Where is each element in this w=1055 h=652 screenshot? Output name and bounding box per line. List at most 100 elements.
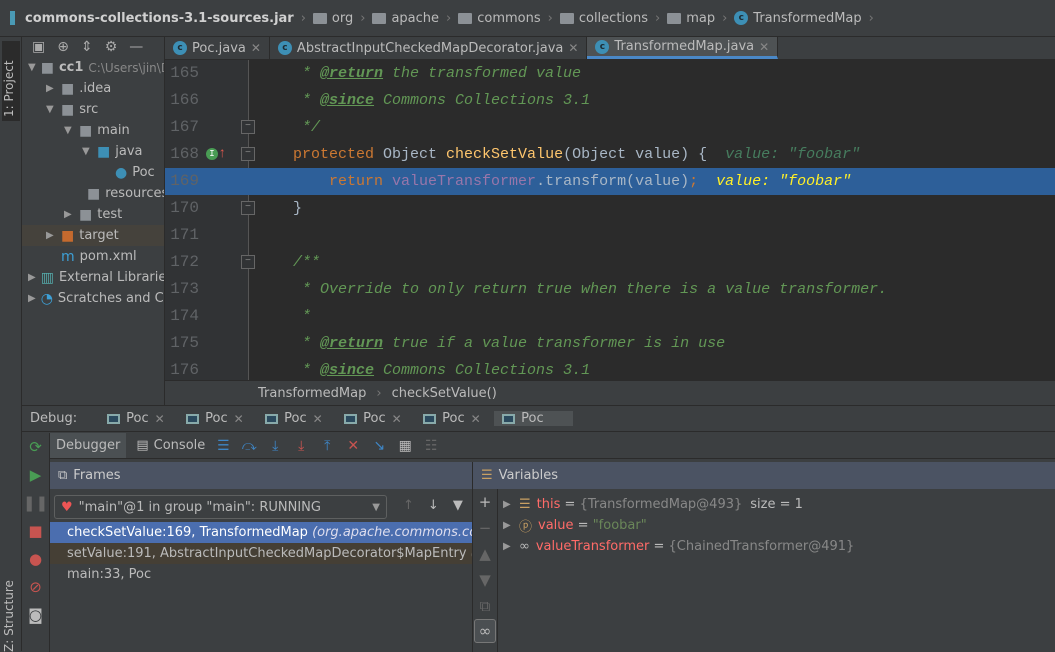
breadcrumb-class[interactable]: TransformedMap (258, 386, 366, 401)
close-icon[interactable]: ✕ (234, 412, 244, 426)
filter-icon[interactable]: ▼ (453, 498, 463, 513)
move-up-icon[interactable]: ▲ (473, 541, 497, 567)
nav-commons[interactable]: commons (458, 11, 541, 26)
code-line[interactable]: 173 * Override to only return true when … (165, 276, 1055, 303)
expand-arrow-icon[interactable]: ▼ (64, 125, 74, 136)
debug-session-tab[interactable]: Poc (494, 411, 574, 426)
expand-arrow-icon[interactable]: ▼ (28, 62, 36, 73)
mute-breakpoints-icon[interactable]: ⊘ (22, 573, 49, 601)
remove-icon[interactable]: − (473, 515, 497, 541)
code-line[interactable]: 165 * @return the transformed value (165, 60, 1055, 87)
project-tool-button[interactable]: 1: Project (2, 41, 20, 121)
code-line[interactable]: 169 return valueTransformer.transform(va… (165, 168, 1055, 195)
expand-arrow-icon[interactable]: ▶ (46, 230, 56, 241)
view-icon[interactable]: ▣ (32, 39, 45, 55)
close-icon[interactable]: ✕ (568, 41, 578, 55)
minimize-icon[interactable]: — (129, 39, 143, 55)
stack-frame[interactable]: main:33, Poc (50, 564, 472, 585)
close-icon[interactable]: ✕ (155, 412, 165, 426)
locate-icon[interactable]: ⊕ (57, 39, 69, 55)
fold-marker-icon[interactable]: − (241, 255, 255, 269)
tree-item-java[interactable]: ▼ ■ java (22, 141, 164, 162)
expand-arrow-icon[interactable]: ▶ (28, 293, 36, 304)
arrow-down-icon[interactable]: ↓ (428, 498, 439, 513)
code-line[interactable]: 168 − I ↑ protected Object checkSetValue(Ob… (165, 141, 1055, 168)
nav-map[interactable]: map (667, 11, 715, 26)
tab-transformedmap-java[interactable]: c TransformedMap.java ✕ (587, 37, 779, 59)
variable-row[interactable]: ▶ ⓟ value = "foobar" (473, 515, 1055, 536)
arrow-up-icon[interactable]: ↑ (403, 498, 414, 513)
code-line[interactable]: 172 − /** (165, 249, 1055, 276)
close-icon[interactable]: ✕ (251, 41, 261, 55)
fold-marker-icon[interactable]: − (241, 201, 255, 215)
debug-session-tab[interactable]: Poc ✕ (257, 411, 336, 426)
code-line[interactable]: 174 * (165, 303, 1055, 330)
console-tab[interactable]: ▤ Console (136, 438, 205, 453)
code-line[interactable]: 167 − */ (165, 114, 1055, 141)
overrides-up-arrow-icon[interactable]: ↑ (218, 141, 226, 168)
tree-item-src[interactable]: ▼ ■ src (22, 99, 164, 120)
close-icon[interactable]: ✕ (313, 412, 323, 426)
nav-org[interactable]: org (312, 11, 353, 26)
gear-icon[interactable]: ⚙ (105, 39, 118, 55)
code-line[interactable]: 176 * @since Commons Collections 3.1 (165, 357, 1055, 380)
variable-row[interactable]: ▶ ∞ valueTransformer = {ChainedTransformer… (473, 536, 1055, 557)
tree-item-test[interactable]: ▶ ■ test (22, 204, 164, 225)
step-over-icon[interactable]: ⤼ (241, 438, 257, 454)
move-down-icon[interactable]: ▼ (473, 567, 497, 593)
stack-frame[interactable]: checkSetValue:169, TransformedMap (org.a… (50, 522, 472, 543)
show-execution-point-icon[interactable]: ☰ (215, 438, 231, 454)
tab-abstractinputcheckedmapdecorator[interactable]: c AbstractInputCheckedMapDecorator.java ✕ (270, 37, 588, 59)
resume-icon[interactable]: ▶ (22, 461, 49, 489)
expand-arrow-icon[interactable]: ▶ (503, 499, 513, 510)
debug-session-tab[interactable]: Poc ✕ (178, 411, 257, 426)
structure-tool-button[interactable]: Z: Structure (2, 577, 16, 652)
nav-transformedmap[interactable]: c TransformedMap (734, 11, 862, 26)
stop-icon[interactable]: ■ (22, 517, 49, 545)
tree-item-pom-xml[interactable]: m pom.xml (22, 246, 164, 267)
fold-marker-icon[interactable]: − (241, 120, 255, 134)
fold-marker-icon[interactable]: − (241, 147, 255, 161)
expand-arrow-icon[interactable]: ▶ (503, 520, 513, 531)
stack-frame[interactable]: setValue:191, AbstractInputCheckedMapDec… (50, 543, 472, 564)
debugger-tab[interactable]: Debugger (50, 433, 127, 458)
trace-icon[interactable]: ☷ (423, 438, 439, 454)
nav-collections[interactable]: collections (559, 11, 648, 26)
tab-poc-java[interactable]: c Poc.java ✕ (165, 37, 270, 59)
debug-session-tab[interactable]: Poc ✕ (336, 411, 415, 426)
pause-icon[interactable]: ❚❚ (22, 489, 49, 517)
debug-session-tab[interactable]: Poc ✕ (99, 411, 178, 426)
tree-item-external-libraries[interactable]: ▶ ▥ External Libraries (22, 267, 164, 288)
close-icon[interactable]: ✕ (471, 412, 481, 426)
nav-apache[interactable]: apache (372, 11, 439, 26)
code-line[interactable]: 175 * @return true if a value transforme… (165, 330, 1055, 357)
tree-item-poc[interactable]: ● Poc (22, 162, 164, 183)
expand-arrow-icon[interactable]: ▶ (46, 83, 56, 94)
camera-icon[interactable]: ◙ (22, 601, 49, 629)
nav-jar[interactable]: commons-collections-3.1-sources.jar (25, 11, 294, 26)
collapse-icon[interactable]: ⇕ (81, 39, 93, 55)
expand-arrow-icon[interactable]: ▶ (64, 209, 74, 220)
debug-session-tab[interactable]: Poc ✕ (415, 411, 494, 426)
implementing-method-icon[interactable]: I (206, 148, 218, 160)
tree-item--idea[interactable]: ▶ ■ .idea (22, 78, 164, 99)
expand-arrow-icon[interactable]: ▼ (82, 146, 92, 157)
step-out-icon[interactable]: ⤒ (319, 438, 335, 454)
tree-item-scratches-and-consoles[interactable]: ▶ ◔ Scratches and Consoles (22, 288, 164, 309)
show-watches-icon[interactable]: ∞ (474, 619, 496, 643)
variable-row[interactable]: ▶ ☰ this = {TransformedMap@493} size = 1 (473, 494, 1055, 515)
step-into-icon[interactable]: ⤓ (267, 438, 283, 454)
code-line[interactable]: 170 − } (165, 195, 1055, 222)
run-to-cursor-icon[interactable]: ↘ (371, 438, 387, 454)
add-icon[interactable]: + (473, 489, 497, 515)
tree-item-main[interactable]: ▼ ■ main (22, 120, 164, 141)
close-icon[interactable]: ✕ (759, 40, 769, 54)
view-breakpoints-icon[interactable]: ● (22, 545, 49, 573)
close-icon[interactable]: ✕ (392, 412, 402, 426)
evaluate-expression-icon[interactable]: ▦ (397, 438, 413, 454)
expand-arrow-icon[interactable]: ▶ (503, 541, 513, 552)
code-line[interactable]: 171 (165, 222, 1055, 249)
expand-arrow-icon[interactable]: ▶ (28, 272, 36, 283)
tree-item-target[interactable]: ▶ ■ target (22, 225, 164, 246)
expand-arrow-icon[interactable]: ▼ (46, 104, 56, 115)
